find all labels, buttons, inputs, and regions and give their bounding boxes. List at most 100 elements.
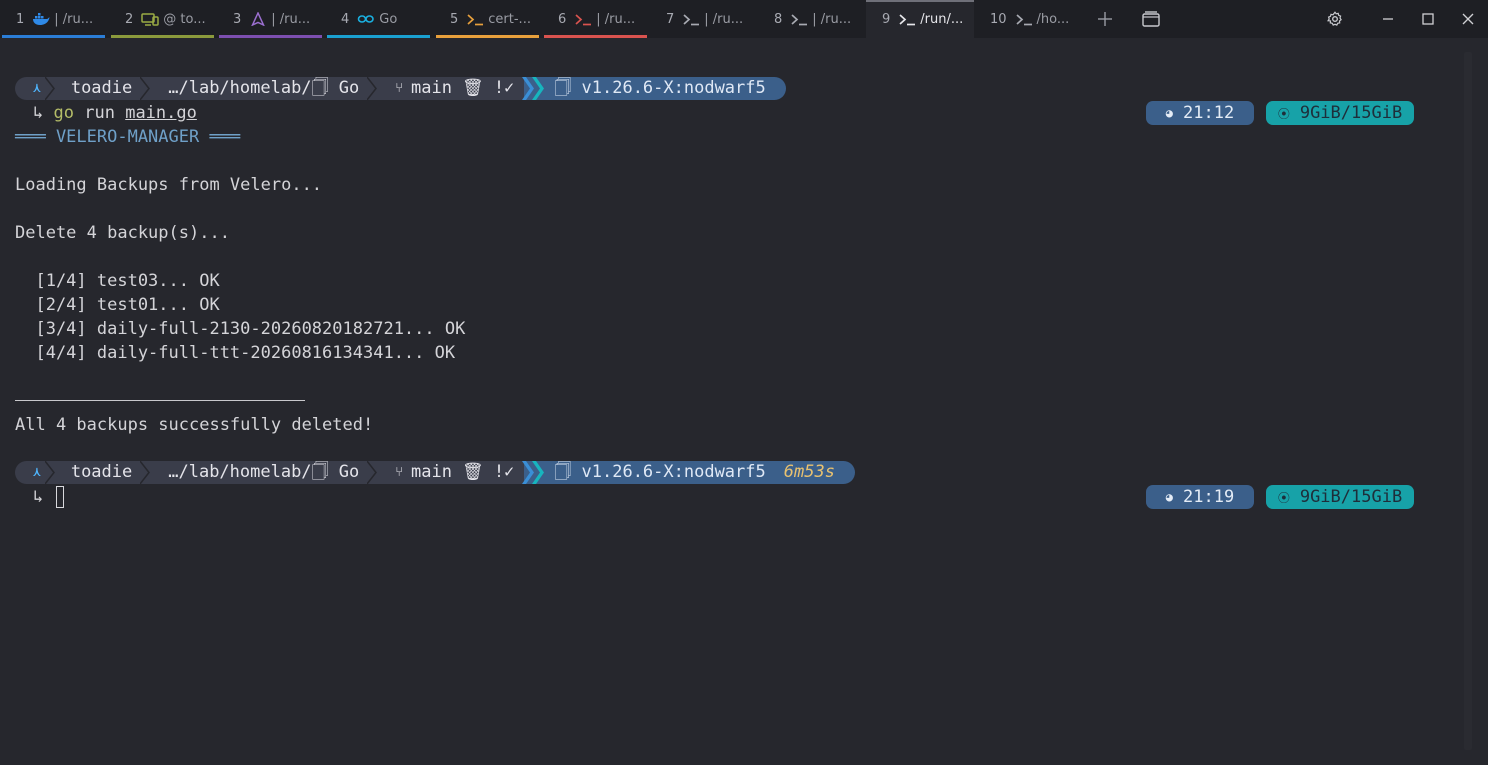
prompt-branch: main — [411, 78, 452, 98]
user-segment: toadie — [50, 77, 151, 100]
go-icon — [357, 12, 375, 26]
output-line: [4/4] daily-full-ttt-20260816134341... O… — [15, 343, 456, 363]
tab-5[interactable]: 5 cert-... — [434, 0, 541, 38]
tab-number: 2 — [125, 11, 134, 27]
tab-1[interactable]: 1 | /ru... — [0, 0, 107, 38]
globe-icon: ◕ — [1165, 490, 1174, 504]
output-line: [3/4] daily-full-2130-20260820182721... … — [15, 319, 466, 339]
prompt-user: toadie — [70, 462, 133, 482]
terminal-icon — [574, 12, 592, 26]
tab-number: 1 — [16, 11, 25, 27]
time-badge: ◕ 21:12 — [1146, 101, 1254, 125]
tab-8[interactable]: 8 | /ru... — [758, 0, 865, 38]
tab-title: | /ru... — [596, 11, 636, 27]
os-segment: ⋏ — [15, 77, 55, 100]
prompt-git-status: 🗑 !✓ — [462, 462, 515, 482]
tab-10[interactable]: 10 /ho... — [974, 0, 1081, 38]
command-run: run — [84, 103, 115, 123]
text-cursor — [56, 486, 64, 508]
prompt-branch: main — [411, 462, 452, 482]
tab-overview-button[interactable] — [1131, 0, 1171, 38]
prompt-time: 21:12 — [1183, 103, 1235, 123]
memory-icon: ⦿ — [1277, 106, 1290, 121]
input-line[interactable]: ↳ — [15, 485, 43, 509]
os-segment: ⋏ — [15, 461, 55, 484]
tab-color-bar — [219, 35, 322, 38]
divider — [15, 400, 305, 401]
close-button[interactable] — [1448, 0, 1488, 38]
git-segment: ⑂ main 🗑 !✓ — [373, 77, 525, 100]
time-badge: ◕ 21:19 — [1146, 485, 1254, 509]
git-segment: ⑂ main 🗑 !✓ — [373, 461, 525, 484]
memory-badge: ⦿ 9GiB/15GiB — [1266, 485, 1414, 509]
minimize-button[interactable] — [1368, 0, 1408, 38]
tab-overview-icon — [1142, 11, 1160, 27]
tab-2[interactable]: 2 @ to... — [109, 0, 216, 38]
tab-7[interactable]: 7 | /ru... — [650, 0, 757, 38]
arch-icon — [249, 12, 267, 26]
active-tab-indicator — [866, 0, 974, 2]
prompt-memory: 9GiB/15GiB — [1299, 103, 1403, 123]
arch-logo-icon: ⋏ — [33, 465, 41, 480]
tab-title: /run/... — [920, 11, 964, 27]
close-icon — [1462, 13, 1474, 25]
tab-number: 6 — [558, 11, 567, 27]
user-segment: toadie — [50, 461, 151, 484]
memory-badge: ⦿ 9GiB/15GiB — [1266, 101, 1414, 125]
tab-title: /ho... — [1036, 11, 1070, 27]
continuation-arrow-icon: ↳ — [33, 103, 44, 123]
tab-3[interactable]: 3 | /ru... — [217, 0, 324, 38]
prompt-user: toadie — [70, 78, 133, 98]
output-header: ═══ VELERO-MANAGER ═══ — [15, 127, 241, 147]
terminal-icon — [466, 12, 484, 26]
maximize-button[interactable] — [1408, 0, 1448, 38]
tab-4[interactable]: 4 Go — [325, 0, 432, 38]
command-file: main.go — [125, 103, 197, 123]
memory-icon: ⦿ — [1277, 490, 1290, 505]
tab-9[interactable]: 9 /run/... — [866, 0, 974, 38]
path-segment: …/lab/homelab/🗍 Go — [146, 461, 378, 484]
terminal-icon — [682, 12, 700, 26]
tab-bar: 1 | /ru... 2 @ to... 3 | /ru... 4 Go 5 c… — [0, 0, 1488, 38]
minimize-icon — [1383, 18, 1393, 20]
continuation-arrow-icon: ↳ — [33, 487, 44, 507]
tab-title: | /ru... — [812, 11, 852, 27]
go-version-segment: 🗍 v1.26.6-X:nodwarf5 6m53s — [522, 461, 855, 484]
tab-title: | /ru... — [704, 11, 744, 27]
command-duration: 6m53s — [783, 462, 835, 482]
command-line: ↳ go run main.go — [15, 101, 197, 125]
globe-icon: ◕ — [1165, 106, 1174, 120]
prompt-memory: 9GiB/15GiB — [1299, 487, 1403, 507]
chevron-separator-icon — [522, 461, 545, 484]
output-line: All 4 backups successfully deleted! — [15, 415, 374, 435]
output-line: Delete 4 backup(s)... — [15, 223, 230, 243]
tab-number: 5 — [450, 11, 459, 27]
tab-color-bar — [2, 35, 105, 38]
tab-6[interactable]: 6 | /ru... — [542, 0, 649, 38]
tab-color-bar — [327, 35, 430, 38]
tab-number: 7 — [666, 11, 675, 27]
prompt-line-2: ⋏ toadie …/lab/homelab/🗍 Go ⑂ main 🗑 !✓ … — [15, 461, 855, 484]
prompt-go-version: 🗍 v1.26.6-X:nodwarf5 — [554, 78, 766, 98]
path-segment: …/lab/homelab/🗍 Go — [146, 77, 378, 100]
arch-logo-icon: ⋏ — [33, 81, 41, 96]
terminal-icon — [1015, 12, 1033, 26]
terminal-icon — [898, 12, 916, 26]
docker-icon — [32, 12, 50, 26]
tab-title: | /ru... — [54, 11, 94, 27]
output-line: [1/4] test03... OK — [15, 271, 220, 291]
tab-color-bar — [544, 35, 647, 38]
tab-number: 9 — [882, 11, 891, 27]
settings-button[interactable] — [1315, 0, 1355, 38]
go-version-segment: 🗍 v1.26.6-X:nodwarf5 — [522, 77, 786, 100]
maximize-icon — [1422, 13, 1434, 25]
output-line: Loading Backups from Velero... — [15, 175, 323, 195]
tab-color-bar — [111, 35, 214, 38]
new-tab-button[interactable] — [1085, 0, 1125, 38]
scrollbar[interactable] — [1464, 52, 1472, 750]
gear-icon — [1327, 11, 1342, 26]
tab-number: 3 — [233, 11, 242, 27]
tab-title: Go — [379, 11, 398, 27]
tab-title: cert-... — [488, 11, 531, 27]
terminal-icon — [790, 12, 808, 26]
